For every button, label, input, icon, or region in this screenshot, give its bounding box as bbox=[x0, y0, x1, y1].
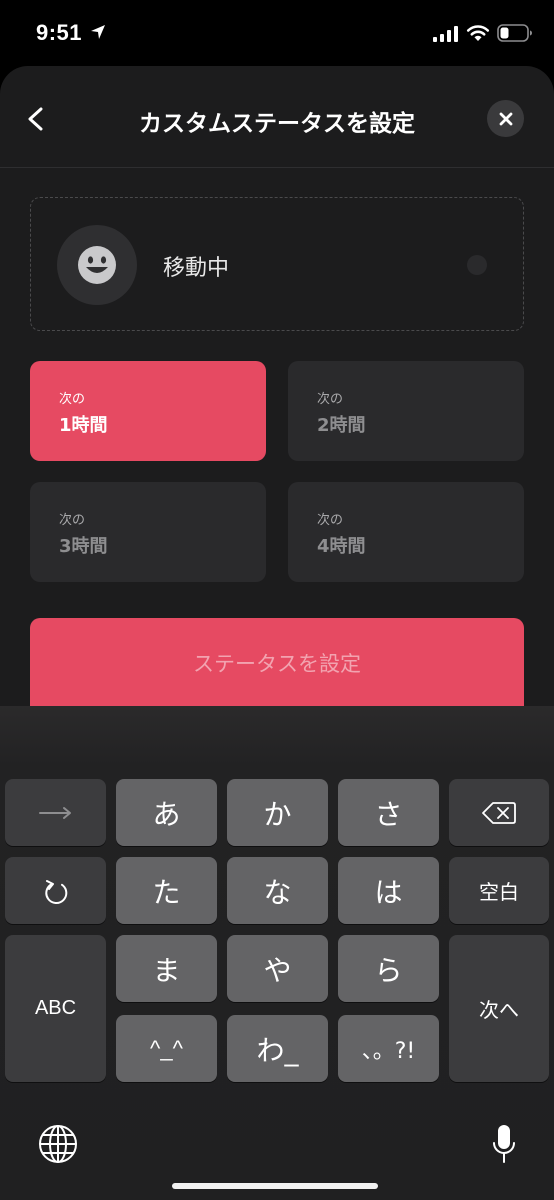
duration-value: 4時間 bbox=[317, 536, 366, 557]
status-input-box[interactable]: 移動中 bbox=[30, 197, 524, 331]
sheet-header: カスタムステータスを設定 bbox=[0, 66, 554, 168]
set-status-button[interactable]: ステータスを設定 bbox=[30, 618, 524, 706]
duration-prefix: 次の bbox=[59, 392, 86, 407]
set-status-button-label: ステータスを設定 bbox=[193, 652, 361, 676]
cursor-right-key[interactable] bbox=[5, 779, 106, 846]
abc-key[interactable]: ABC bbox=[5, 935, 106, 1082]
duration-option-4h[interactable]: 次の 4時間 bbox=[288, 482, 524, 582]
status-text-input[interactable]: 移動中 bbox=[163, 250, 229, 282]
duration-value: 2時間 bbox=[317, 415, 366, 436]
undo-key[interactable] bbox=[5, 857, 106, 924]
status-bar: 9:51 bbox=[0, 0, 554, 66]
backspace-icon bbox=[482, 801, 516, 824]
punctuation-key[interactable]: 、。?! bbox=[338, 1015, 439, 1082]
duration-option-1h[interactable]: 次の 1時間 bbox=[30, 361, 266, 461]
cellular-signal-icon bbox=[433, 26, 458, 42]
key-ka[interactable]: か bbox=[227, 779, 328, 846]
key-label: ^_^ bbox=[150, 1035, 183, 1061]
key-label: さ bbox=[374, 797, 403, 831]
smiley-emoji-icon bbox=[78, 246, 116, 284]
key-label: は bbox=[374, 875, 403, 909]
key-label: か bbox=[263, 797, 292, 831]
key-label: ま bbox=[152, 953, 181, 987]
duration-value: 1時間 bbox=[59, 415, 108, 436]
battery-icon bbox=[497, 24, 532, 42]
key-label: あ bbox=[152, 797, 181, 831]
key-ha[interactable]: は bbox=[338, 857, 439, 924]
undo-icon bbox=[44, 879, 67, 904]
microphone-icon[interactable] bbox=[492, 1124, 516, 1166]
key-label: た bbox=[152, 875, 181, 909]
next-key[interactable]: 次へ bbox=[449, 935, 549, 1082]
key-ya[interactable]: や bbox=[227, 935, 328, 1002]
duration-value: 3時間 bbox=[59, 536, 108, 557]
duration-prefix: 次の bbox=[317, 392, 344, 407]
duration-option-2h[interactable]: 次の 2時間 bbox=[288, 361, 524, 461]
duration-prefix: 次の bbox=[59, 513, 86, 528]
delete-key[interactable] bbox=[449, 779, 549, 846]
key-ma[interactable]: ま bbox=[116, 935, 217, 1002]
key-label: ら bbox=[374, 953, 403, 987]
sheet-title: カスタムステータスを設定 bbox=[139, 111, 415, 137]
key-label: な bbox=[263, 875, 292, 909]
emoji-picker-button[interactable] bbox=[57, 225, 137, 305]
key-label: 次へ bbox=[479, 998, 519, 1022]
globe-icon[interactable] bbox=[38, 1124, 78, 1164]
wifi-icon bbox=[466, 25, 490, 41]
home-indicator bbox=[172, 1183, 378, 1189]
key-label: 、。?! bbox=[361, 1038, 416, 1064]
right-arrow-icon bbox=[38, 806, 71, 819]
status-time: 9:51 bbox=[36, 20, 83, 45]
key-label: わ_ bbox=[256, 1033, 299, 1067]
key-sa[interactable]: さ bbox=[338, 779, 439, 846]
key-label: や bbox=[263, 953, 292, 987]
duration-prefix: 次の bbox=[317, 513, 344, 528]
key-label: ABC bbox=[34, 997, 77, 1019]
close-icon bbox=[499, 112, 512, 125]
key-ta[interactable]: た bbox=[116, 857, 217, 924]
kaomoji-key[interactable]: ^_^ bbox=[116, 1015, 217, 1082]
key-wa[interactable]: わ_ bbox=[227, 1015, 328, 1082]
custom-status-sheet: カスタムステータスを設定 移動中 次の 1時間 次の 2時間 次の 3時間 次の… bbox=[0, 66, 554, 706]
japanese-kana-keyboard: あ か さ た な は 空白 ABC ま や ら 次へ ^_^ わ_ 、。?! bbox=[0, 706, 554, 1200]
clear-status-icon[interactable] bbox=[467, 255, 487, 275]
location-arrow-icon bbox=[91, 25, 105, 39]
key-ra[interactable]: ら bbox=[338, 935, 439, 1002]
key-na[interactable]: な bbox=[227, 857, 328, 924]
duration-option-3h[interactable]: 次の 3時間 bbox=[30, 482, 266, 582]
close-button[interactable] bbox=[487, 100, 524, 137]
space-key[interactable]: 空白 bbox=[449, 857, 549, 924]
key-a[interactable]: あ bbox=[116, 779, 217, 846]
key-label: 空白 bbox=[479, 880, 519, 904]
